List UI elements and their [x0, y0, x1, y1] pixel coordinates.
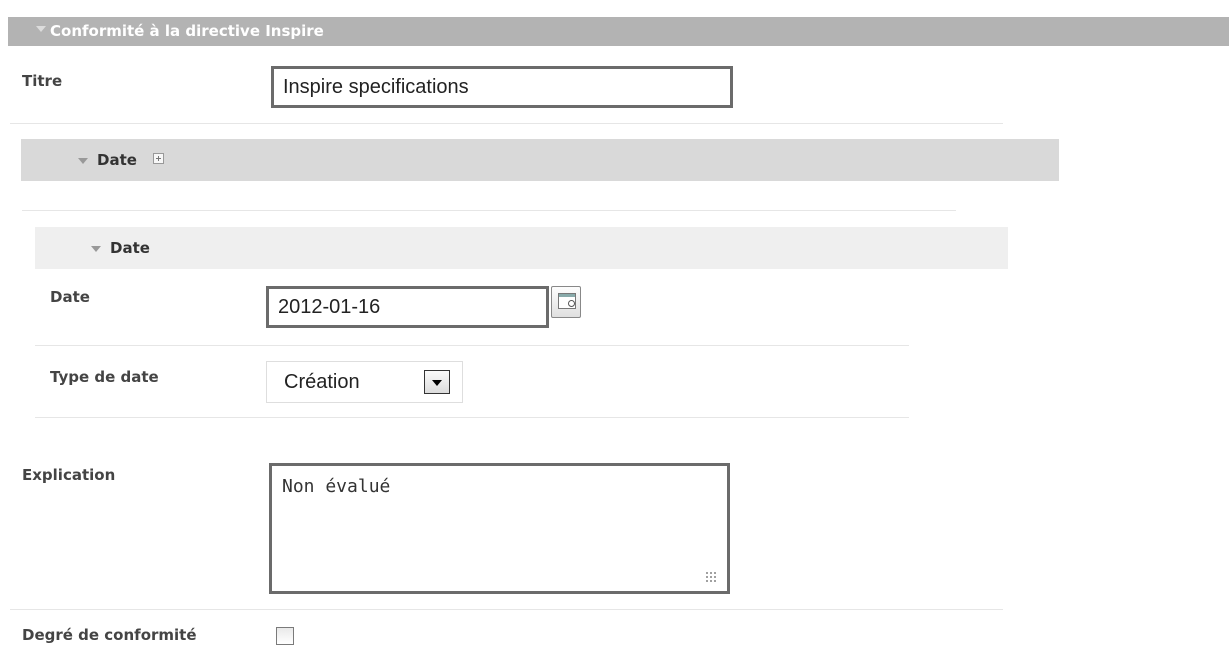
collapse-triangle-icon[interactable] — [91, 246, 101, 252]
degre-checkbox[interactable] — [276, 627, 294, 645]
date-item-header[interactable]: Date — [35, 227, 1008, 269]
date-group-header[interactable]: Date — [21, 139, 1059, 181]
type-de-date-value: Création — [284, 371, 360, 393]
collapse-triangle-icon[interactable] — [78, 158, 88, 164]
divider — [35, 417, 909, 418]
calendar-button[interactable] — [551, 286, 581, 318]
titre-label: Titre — [22, 72, 63, 90]
date-item-label: Date — [110, 239, 150, 257]
explication-value: Non évalué — [282, 476, 391, 497]
type-de-date-label: Type de date — [50, 368, 159, 386]
date-value: 2012-01-16 — [278, 295, 381, 318]
divider — [22, 210, 956, 211]
degre-label: Degré de conformité — [22, 626, 197, 644]
date-input[interactable]: 2012-01-16 — [266, 286, 549, 328]
section-header-inspire[interactable]: Conformité à la directive Inspire — [8, 17, 1229, 46]
titre-value: Inspire specifications — [283, 75, 469, 98]
explication-textarea[interactable]: Non évalué — [269, 463, 730, 594]
type-de-date-select[interactable]: Création — [266, 361, 463, 403]
date-label: Date — [50, 288, 90, 306]
divider — [10, 609, 1003, 610]
collapse-triangle-icon[interactable] — [36, 26, 46, 32]
add-date-icon[interactable] — [153, 153, 164, 164]
date-group-label: Date — [97, 151, 137, 169]
calendar-icon — [558, 293, 576, 309]
chevron-down-icon[interactable] — [424, 370, 450, 394]
section-title: Conformité à la directive Inspire — [50, 22, 324, 40]
explication-label: Explication — [22, 466, 116, 484]
resize-grip-icon[interactable] — [705, 571, 717, 583]
divider — [35, 345, 909, 346]
titre-input[interactable]: Inspire specifications — [271, 66, 733, 108]
divider — [10, 123, 1003, 124]
